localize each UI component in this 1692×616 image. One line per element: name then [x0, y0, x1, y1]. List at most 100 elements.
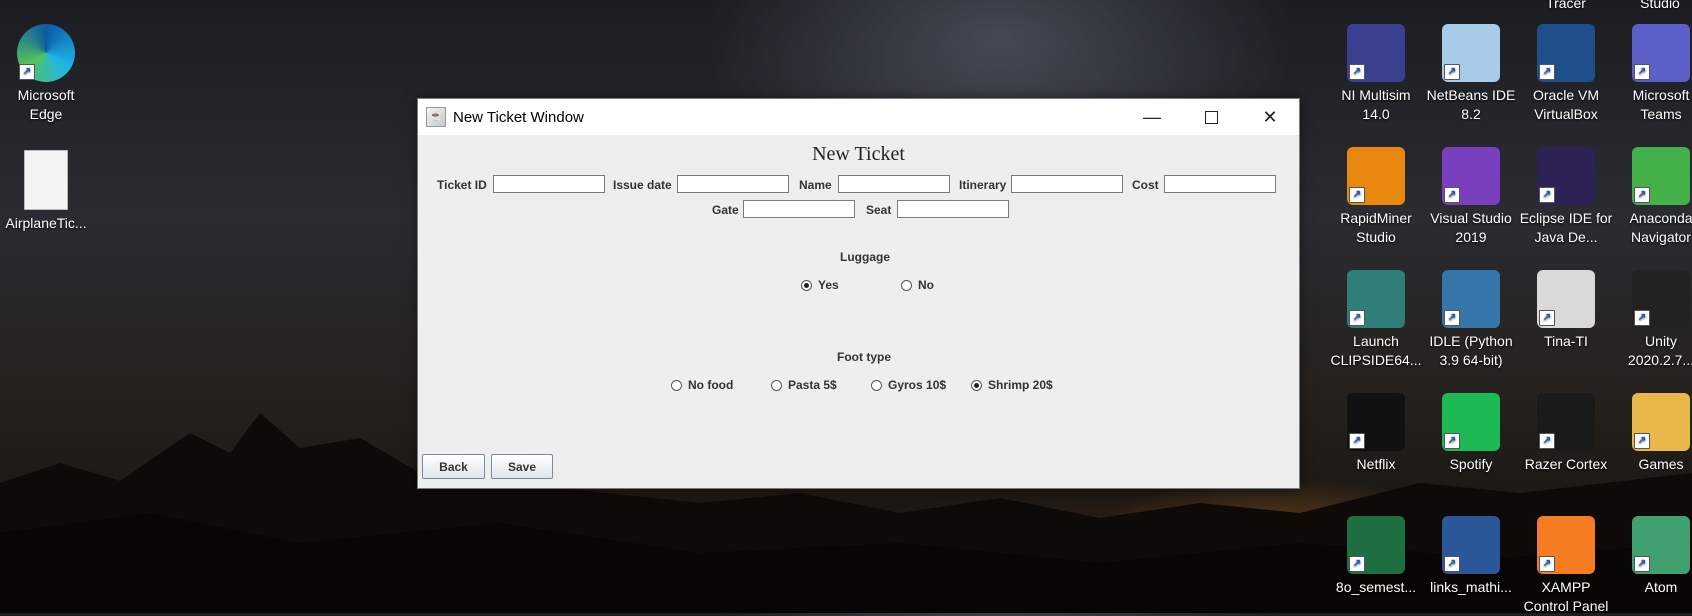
- shortcut-arrow-icon: ↗: [1444, 310, 1460, 326]
- name-input[interactable]: [838, 175, 950, 193]
- desktop-icon-unity[interactable]: ↗ Unity 2020.2.7...: [1613, 270, 1692, 370]
- desktop-icon-studio[interactable]: Studio: [1612, 0, 1692, 13]
- excel-icon: ↗: [1347, 516, 1405, 574]
- minimize-icon: —: [1143, 106, 1161, 127]
- seat-label: Seat: [866, 203, 892, 217]
- food-gyros-radio[interactable]: Gyros 10$: [871, 378, 946, 392]
- netbeans-icon: ↗: [1442, 24, 1500, 82]
- food-no-food-radio[interactable]: No food: [671, 378, 733, 392]
- issue-date-label: Issue date: [613, 178, 672, 192]
- java-icon: ☕: [426, 107, 446, 127]
- desktop-icon-tina-ti[interactable]: ↗ Tina-TI: [1518, 270, 1614, 351]
- desktop-icon-label: Netflix: [1356, 456, 1396, 472]
- maximize-button[interactable]: [1182, 99, 1240, 135]
- eclipse-icon: ↗: [1537, 147, 1595, 205]
- title-bar[interactable]: ☕ New Ticket Window — ✕: [418, 99, 1299, 135]
- shortcut-arrow-icon: ↗: [1634, 433, 1650, 449]
- window-title: New Ticket Window: [453, 108, 584, 126]
- desktop-icon-label: Microsoft Teams: [1632, 87, 1690, 122]
- desktop-icon-anaconda[interactable]: ↗ Anaconda Navigator: [1613, 147, 1692, 247]
- radio-unselected-icon: [671, 379, 682, 391]
- shortcut-arrow-icon: ↗: [1539, 187, 1555, 203]
- shortcut-arrow-icon: ↗: [1539, 433, 1555, 449]
- shortcut-arrow-icon: ↗: [1634, 187, 1650, 203]
- document-icon: [24, 150, 68, 210]
- cost-input[interactable]: [1164, 175, 1276, 193]
- spotify-icon: ↗: [1442, 393, 1500, 451]
- luggage-no-radio[interactable]: No: [901, 278, 934, 292]
- luggage-yes-radio[interactable]: Yes: [801, 278, 839, 292]
- desktop-icon-label: Anaconda Navigator: [1629, 210, 1692, 245]
- close-button[interactable]: ✕: [1241, 99, 1299, 135]
- ticket-form: New Ticket Ticket ID Issue date Name Iti…: [418, 135, 1299, 487]
- desktop-icon-label: Tracer: [1546, 0, 1586, 11]
- shortcut-arrow-icon: ↗: [1634, 556, 1650, 572]
- desktop-icon-teams[interactable]: ↗ Microsoft Teams: [1613, 24, 1692, 124]
- desktop-icon-xampp[interactable]: ↗ XAMPP Control Panel: [1518, 516, 1614, 616]
- desktop-icon-label: Eclipse IDE for Java De...: [1519, 210, 1613, 245]
- shortcut-arrow-icon: ↗: [1539, 310, 1555, 326]
- desktop-icon-atom[interactable]: ↗ Atom: [1613, 516, 1692, 597]
- desktop-icon-virtualbox[interactable]: ↗ Oracle VM VirtualBox: [1518, 24, 1614, 124]
- edge-icon: ↗: [17, 24, 75, 82]
- luggage-no-label: No: [918, 278, 934, 292]
- food-pasta-label: Pasta 5$: [788, 378, 837, 392]
- desktop-icon-netbeans[interactable]: ↗ NetBeans IDE 8.2: [1423, 24, 1519, 124]
- shortcut-arrow-icon: ↗: [1539, 556, 1555, 572]
- desktop-icon-label: links_mathi...: [1430, 579, 1512, 595]
- save-button[interactable]: Save: [491, 454, 553, 479]
- name-label: Name: [799, 178, 832, 192]
- desktop-icon-label: IDLE (Python 3.9 64-bit): [1429, 333, 1513, 368]
- desktop-icon-visual-studio[interactable]: ↗ Visual Studio 2019: [1423, 147, 1519, 247]
- word-icon: ↗: [1442, 516, 1500, 574]
- desktop-icon-microsoft-edge[interactable]: ↗ Microsoft Edge: [0, 24, 94, 124]
- seat-input[interactable]: [897, 200, 1009, 218]
- anaconda-icon: ↗: [1632, 147, 1690, 205]
- food-shrimp-radio[interactable]: Shrimp 20$: [971, 378, 1053, 392]
- atom-icon: ↗: [1632, 516, 1690, 574]
- desktop-icon-spotify[interactable]: ↗ Spotify: [1423, 393, 1519, 474]
- issue-date-input[interactable]: [677, 175, 789, 193]
- desktop-icon-eclipse[interactable]: ↗ Eclipse IDE for Java De...: [1518, 147, 1614, 247]
- desktop-icon-label: NetBeans IDE 8.2: [1426, 87, 1516, 122]
- desktop-icon-label: Razer Cortex: [1524, 456, 1608, 472]
- ticket-id-input[interactable]: [493, 175, 605, 193]
- food-shrimp-label: Shrimp 20$: [988, 378, 1053, 392]
- desktop-icon-airplane-ticket[interactable]: AirplaneTic...: [0, 150, 94, 233]
- desktop-icon-netflix[interactable]: ↗ Netflix: [1328, 393, 1424, 474]
- gate-input[interactable]: [743, 200, 855, 218]
- netflix-icon: ↗: [1347, 393, 1405, 451]
- radio-unselected-icon: [871, 379, 882, 391]
- desktop-icon-word[interactable]: ↗ links_mathi...: [1423, 516, 1519, 597]
- desktop-icon-rapidminer[interactable]: ↗ RapidMiner Studio: [1328, 147, 1424, 247]
- back-button[interactable]: Back: [422, 454, 485, 479]
- desktop-icon-python-idle[interactable]: ↗ IDLE (Python 3.9 64-bit): [1423, 270, 1519, 370]
- visual-studio-icon: ↗: [1442, 147, 1500, 205]
- desktop-icon-razer-cortex[interactable]: ↗ Razer Cortex: [1518, 393, 1614, 474]
- close-icon: ✕: [1262, 106, 1278, 127]
- shortcut-arrow-icon: ↗: [1444, 187, 1460, 203]
- minimize-button[interactable]: —: [1123, 99, 1181, 135]
- food-pasta-radio[interactable]: Pasta 5$: [771, 378, 837, 392]
- food-type-label: Foot type: [837, 350, 891, 364]
- radio-unselected-icon: [771, 379, 782, 391]
- desktop-icon-folder[interactable]: ↗ Games: [1613, 393, 1692, 474]
- desktop-icon-tracer[interactable]: Tracer: [1518, 0, 1614, 13]
- unity-icon: ↗: [1632, 270, 1690, 328]
- desktop-icon-excel[interactable]: ↗ 8o_semest...: [1328, 516, 1424, 597]
- desktop-icon-clips[interactable]: ↗ Launch CLIPSIDE64...: [1328, 270, 1424, 370]
- desktop-icon-label: Atom: [1644, 579, 1678, 595]
- desktop-icon-label: Oracle VM VirtualBox: [1532, 87, 1600, 122]
- itinerary-input[interactable]: [1011, 175, 1123, 193]
- shortcut-arrow-icon: ↗: [1634, 310, 1650, 326]
- cost-label: Cost: [1132, 178, 1159, 192]
- ticket-id-label: Ticket ID: [437, 178, 487, 192]
- shortcut-arrow-icon: ↗: [1349, 433, 1365, 449]
- desktop-icon-multisim[interactable]: ↗ NI Multisim 14.0: [1328, 24, 1424, 124]
- teams-icon: ↗: [1632, 24, 1690, 82]
- shortcut-arrow-icon: ↗: [1444, 433, 1460, 449]
- radio-unselected-icon: [901, 279, 912, 291]
- rapidminer-icon: ↗: [1347, 147, 1405, 205]
- razer-cortex-icon: ↗: [1537, 393, 1595, 451]
- desktop-icon-label: Studio: [1640, 0, 1680, 11]
